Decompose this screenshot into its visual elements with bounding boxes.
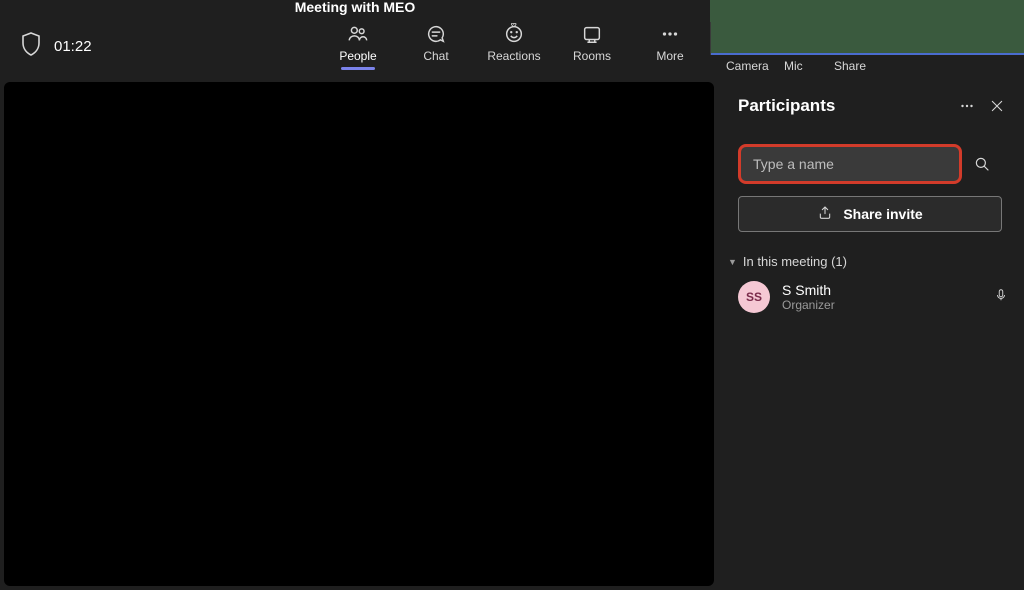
participant-search-box[interactable] [738, 144, 962, 184]
toolbar-people[interactable]: People [330, 23, 386, 70]
toolbar-chat[interactable]: Chat [408, 23, 464, 70]
in-meeting-section[interactable]: ▼ In this meeting (1) [728, 254, 1012, 269]
participant-name: S Smith [782, 282, 835, 298]
meeting-timer: 01:22 [54, 38, 92, 55]
toolbar-more-label: More [656, 49, 683, 63]
meeting-title: Meeting with MEO [0, 0, 710, 14]
toolbar-rooms[interactable]: Rooms [564, 23, 620, 70]
avatar: SS [738, 281, 770, 313]
share-invite-icon [817, 205, 833, 224]
toolbar-people-label: People [339, 49, 376, 63]
participant-role: Organizer [782, 298, 835, 312]
chat-icon [425, 23, 447, 45]
toolbar-more[interactable]: More [642, 23, 698, 70]
participant-search-input[interactable] [753, 156, 947, 172]
mic-status-icon[interactable] [994, 286, 1008, 309]
people-icon [347, 23, 369, 45]
device-controls-row: Camera Mic Share [710, 55, 1024, 77]
more-icon [659, 23, 681, 45]
chevron-down-icon: ▼ [728, 257, 737, 267]
mic-button[interactable]: Mic [784, 59, 834, 73]
share-button[interactable]: Share [834, 59, 894, 73]
self-video-placeholder [710, 0, 1024, 55]
toolbar-chat-label: Chat [423, 49, 448, 63]
camera-button[interactable]: Camera [726, 59, 784, 73]
toolbar-reactions[interactable]: Reactions [486, 23, 542, 70]
toolbar-rooms-label: Rooms [573, 49, 611, 63]
reactions-icon [503, 23, 525, 45]
shield-icon[interactable] [20, 31, 42, 62]
toolbar-reactions-label: Reactions [487, 49, 540, 63]
search-icon[interactable] [962, 144, 1002, 184]
close-icon[interactable] [982, 91, 1012, 121]
video-stage [4, 82, 714, 586]
rooms-icon [581, 23, 603, 45]
share-invite-label: Share invite [843, 206, 922, 222]
participants-title: Participants [738, 96, 952, 116]
meeting-toolbar: 01:22 People Chat [0, 15, 710, 77]
participants-panel: Participants [720, 82, 1020, 586]
in-meeting-label: In this meeting (1) [743, 254, 847, 269]
share-invite-button[interactable]: Share invite [738, 196, 1002, 232]
participant-row[interactable]: SS S Smith Organizer [738, 281, 1008, 313]
participants-more-icon[interactable] [952, 91, 982, 121]
